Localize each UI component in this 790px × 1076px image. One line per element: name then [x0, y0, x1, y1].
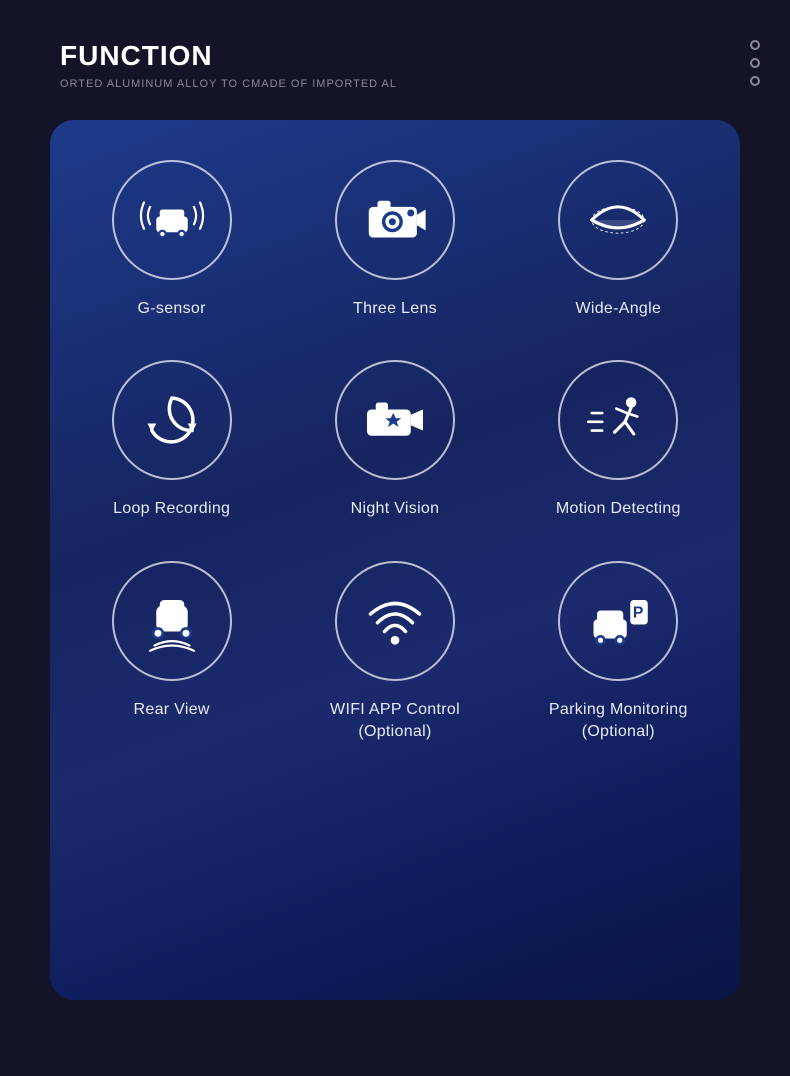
- page-subtitle: ORTED ALUMINUM ALLOY TO CMADE OF IMPORTE…: [60, 78, 730, 90]
- functions-card: G-sensor: [50, 120, 740, 1000]
- parking-monitoring-icon: P: [583, 586, 653, 656]
- rear-view-icon-circle: [112, 561, 232, 681]
- page-background: FUNCTION ORTED ALUMINUM ALLOY TO CMADE O…: [0, 0, 790, 1076]
- motion-detecting-icon-circle: [558, 360, 678, 480]
- loop-recording-icon: [137, 385, 207, 455]
- features-grid: G-sensor: [70, 160, 720, 744]
- motion-detecting-icon: [583, 385, 653, 455]
- g-sensor-label: G-sensor: [138, 298, 206, 320]
- parking-monitoring-label: Parking Monitoring(Optional): [549, 699, 688, 744]
- three-lens-icon-circle: [335, 160, 455, 280]
- g-sensor-icon: [137, 185, 207, 255]
- three-lens-label: Three Lens: [353, 298, 437, 320]
- feature-rear-view: Rear View: [112, 561, 232, 744]
- rear-view-icon: [137, 586, 207, 656]
- dot-1[interactable]: [750, 40, 760, 50]
- wide-angle-icon: [583, 185, 653, 255]
- feature-wide-angle: Wide-Angle: [558, 160, 678, 320]
- feature-night-vision: Night Vision: [335, 360, 455, 520]
- rear-view-label: Rear View: [134, 699, 210, 721]
- feature-motion-detecting: Motion Detecting: [556, 360, 681, 520]
- feature-wifi-app-control: WIFI APP Control(Optional): [330, 561, 460, 744]
- night-vision-icon-circle: [335, 360, 455, 480]
- page-title: FUNCTION: [60, 40, 730, 72]
- feature-g-sensor: G-sensor: [112, 160, 232, 320]
- wide-angle-icon-circle: [558, 160, 678, 280]
- wifi-app-control-label: WIFI APP Control(Optional): [330, 699, 460, 744]
- dots-nav: [750, 40, 760, 86]
- dot-3[interactable]: [750, 76, 760, 86]
- parking-monitoring-icon-circle: P: [558, 561, 678, 681]
- feature-parking-monitoring: P Parking Monitoring(Optional): [549, 561, 688, 744]
- g-sensor-icon-circle: [112, 160, 232, 280]
- wifi-app-control-icon: [360, 586, 430, 656]
- svg-text:P: P: [633, 604, 644, 621]
- loop-recording-icon-circle: [112, 360, 232, 480]
- motion-detecting-label: Motion Detecting: [556, 498, 681, 520]
- night-vision-icon: [360, 385, 430, 455]
- wifi-app-control-icon-circle: [335, 561, 455, 681]
- wide-angle-label: Wide-Angle: [575, 298, 661, 320]
- feature-three-lens: Three Lens: [335, 160, 455, 320]
- header: FUNCTION ORTED ALUMINUM ALLOY TO CMADE O…: [0, 0, 790, 100]
- three-lens-icon: [360, 185, 430, 255]
- dot-2[interactable]: [750, 58, 760, 68]
- feature-loop-recording: Loop Recording: [112, 360, 232, 520]
- loop-recording-label: Loop Recording: [113, 498, 230, 520]
- night-vision-label: Night Vision: [351, 498, 440, 520]
